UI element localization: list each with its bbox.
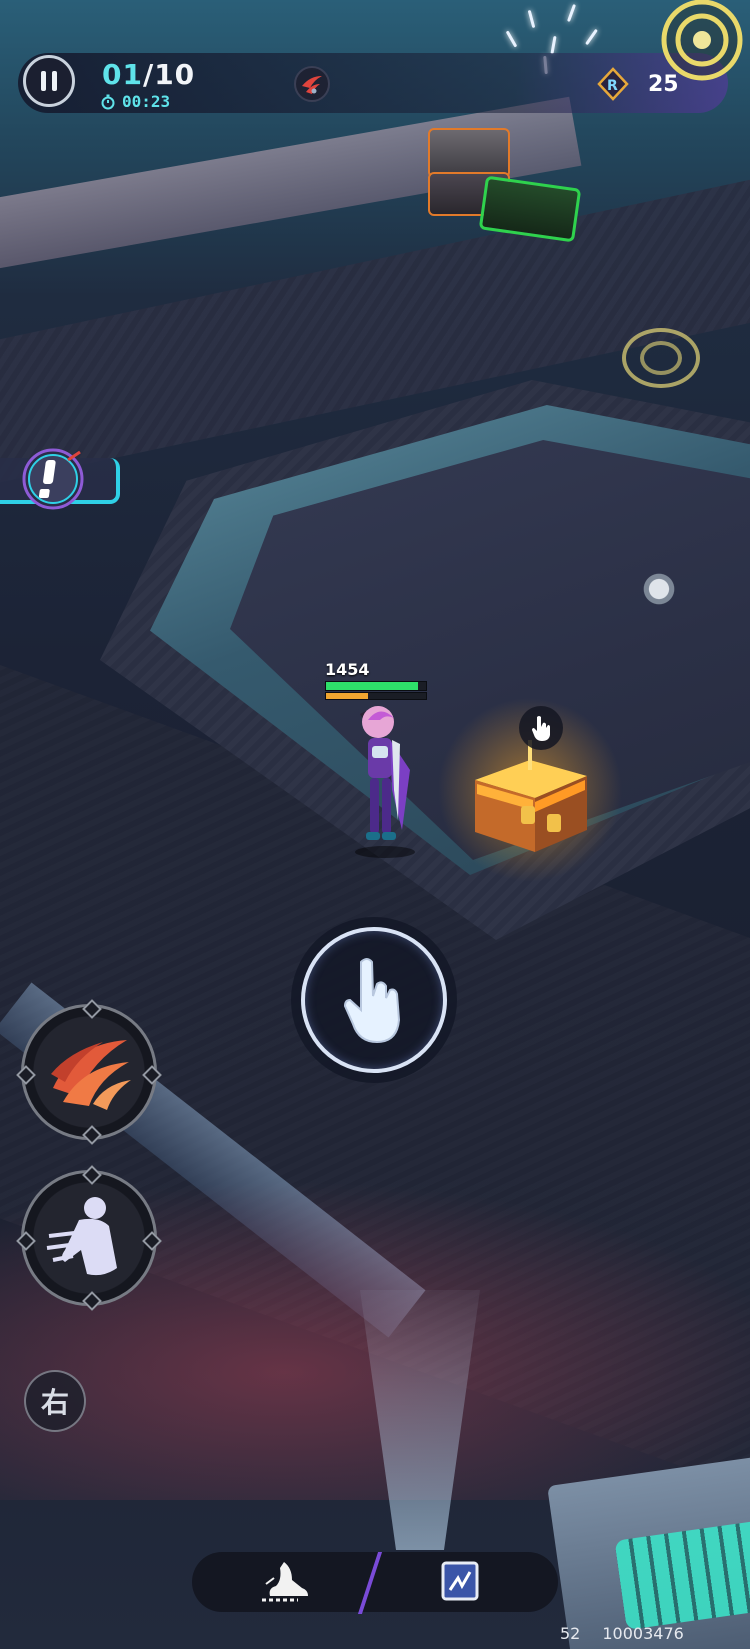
swap-label: 右 [40, 1386, 69, 1419]
boss-claw-icon[interactable] [294, 66, 330, 102]
skill-button-claw-slash[interactable] [16, 999, 162, 1145]
fps-counter: 52 [560, 1624, 581, 1643]
interact-ring [301, 927, 447, 1073]
timer-value: 00:23 [122, 92, 171, 111]
chest-interact-hint[interactable] [519, 706, 563, 750]
tap-hand-icon [343, 958, 401, 1044]
debug-info: 52 10003476 [560, 1624, 684, 1643]
card-icon[interactable] [440, 1560, 480, 1602]
stage-timer: 00:23 [100, 92, 170, 111]
target-ring-icon[interactable] [654, 0, 744, 88]
supply-crate [428, 128, 510, 178]
claw-slash-icon [51, 1040, 131, 1110]
user-id: 10003476 [602, 1624, 684, 1643]
interact-button[interactable] [291, 917, 457, 1083]
floor-marker [636, 566, 682, 612]
boot-icon[interactable] [258, 1558, 314, 1604]
player-character [355, 706, 415, 858]
game-scene[interactable]: 01/10 00:23 R 25 1454 右 52 10003476 [0, 0, 750, 1649]
pause-button[interactable] [23, 55, 75, 107]
spotlight-beam [360, 1290, 480, 1550]
green-supply-crate [478, 175, 582, 243]
svg-text:R: R [607, 78, 618, 94]
tap-hand-icon [532, 716, 550, 741]
floor-waypoint-ring [622, 328, 700, 388]
player-energy-bar [325, 692, 427, 700]
dash-figure-icon [46, 1197, 117, 1276]
wave-total: /10 [142, 58, 196, 91]
player-hp-value: 1454 [325, 660, 370, 679]
swap-character-button[interactable]: 右 [24, 1370, 86, 1432]
skill-button-dash[interactable] [16, 1165, 162, 1311]
crystal-currency-icon: R [597, 67, 629, 101]
player-hp-fill [326, 682, 418, 690]
wave-current: 01 [102, 58, 143, 91]
player-hp-bar [325, 681, 427, 691]
pause-icon [38, 71, 60, 91]
wave-counter: 01/10 [102, 58, 195, 91]
player-energy-fill [326, 693, 368, 699]
treasure-chest[interactable] [465, 740, 595, 860]
exclamation-icon[interactable] [20, 446, 86, 512]
stopwatch-icon [101, 94, 115, 109]
